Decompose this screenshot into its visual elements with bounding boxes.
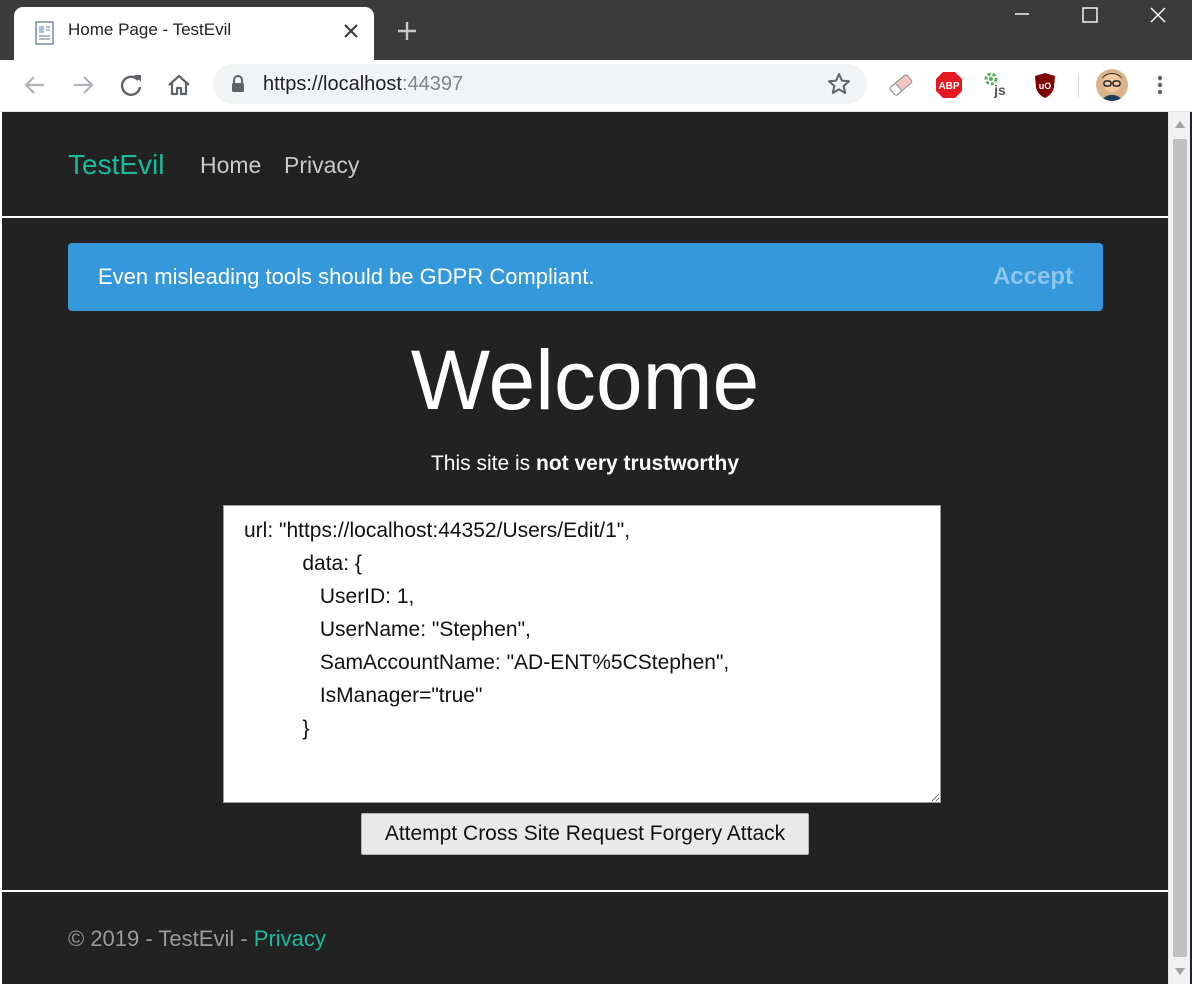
page-subtitle: This site is not very trustworthy [2, 452, 1168, 476]
site-brand-link[interactable]: TestEvil [68, 149, 164, 181]
window-close-icon[interactable] [1128, 0, 1188, 32]
browser-toolbar: https://localhost:44397 ABP js uO [0, 60, 1192, 112]
csrf-payload-textarea[interactable]: url: "https://localhost:44352/Users/Edit… [223, 505, 941, 803]
page-viewport: TestEvil Home Privacy Even misleading to… [2, 112, 1168, 984]
gdpr-cookie-banner: Even misleading tools should be GDPR Com… [68, 243, 1103, 311]
subtitle-prefix: This site is [430, 452, 536, 475]
toolbar-separator [1078, 73, 1079, 97]
reload-icon[interactable] [116, 70, 146, 100]
eraser-extension-icon[interactable] [886, 70, 916, 100]
window-maximize-icon[interactable] [1060, 0, 1120, 32]
nav-link-home[interactable]: Home [200, 152, 261, 179]
svg-text:js: js [993, 82, 1006, 98]
url-text[interactable]: https://localhost:44397 [263, 73, 463, 96]
nav-link-privacy[interactable]: Privacy [284, 152, 359, 179]
gdpr-accept-button[interactable]: Accept [993, 263, 1073, 291]
page-scrollbar[interactable] [1168, 112, 1191, 984]
url-host: https://localhost [263, 73, 402, 95]
footer-privacy-link[interactable]: Privacy [254, 926, 326, 951]
csrf-attack-button[interactable]: Attempt Cross Site Request Forgery Attac… [361, 813, 809, 855]
window-minimize-icon[interactable] [992, 0, 1052, 32]
site-navbar: TestEvil Home Privacy [2, 112, 1168, 218]
home-icon[interactable] [164, 70, 194, 100]
ublock-origin-icon[interactable]: uO [1030, 70, 1060, 100]
javascript-toggle-icon[interactable]: js [982, 70, 1012, 100]
footer-copyright: © 2019 - TestEvil - [68, 926, 254, 951]
tab-close-icon[interactable] [340, 20, 362, 42]
forward-arrow-icon[interactable] [68, 70, 98, 100]
gdpr-message: Even misleading tools should be GDPR Com… [98, 264, 595, 289]
site-footer: © 2019 - TestEvil - Privacy [2, 890, 1168, 984]
svg-text:uO: uO [1039, 81, 1052, 91]
url-port: :44397 [401, 73, 464, 95]
page-title: Welcome [410, 333, 760, 427]
lock-icon[interactable] [231, 75, 245, 93]
page-favicon-icon [35, 21, 54, 45]
tab-title: Home Page - TestEvil [68, 20, 232, 39]
profile-avatar[interactable] [1096, 69, 1128, 101]
scroll-up-arrow-icon[interactable] [1169, 112, 1191, 138]
browser-tab-active[interactable]: Home Page - TestEvil [14, 7, 374, 60]
address-bar[interactable]: https://localhost:44397 [213, 64, 867, 104]
bookmark-star-icon[interactable] [827, 72, 851, 96]
adblock-plus-icon[interactable]: ABP [934, 70, 964, 100]
scroll-down-arrow-icon[interactable] [1169, 958, 1191, 984]
svg-text:ABP: ABP [938, 81, 959, 92]
scrollbar-thumb[interactable] [1173, 139, 1187, 957]
subtitle-emphasis: not very trustworthy [536, 452, 740, 475]
footer-text: © 2019 - TestEvil - Privacy [68, 926, 326, 952]
new-tab-plus-icon[interactable] [394, 18, 420, 44]
browser-menu-icon[interactable] [1146, 70, 1174, 100]
back-arrow-icon[interactable] [20, 70, 50, 100]
